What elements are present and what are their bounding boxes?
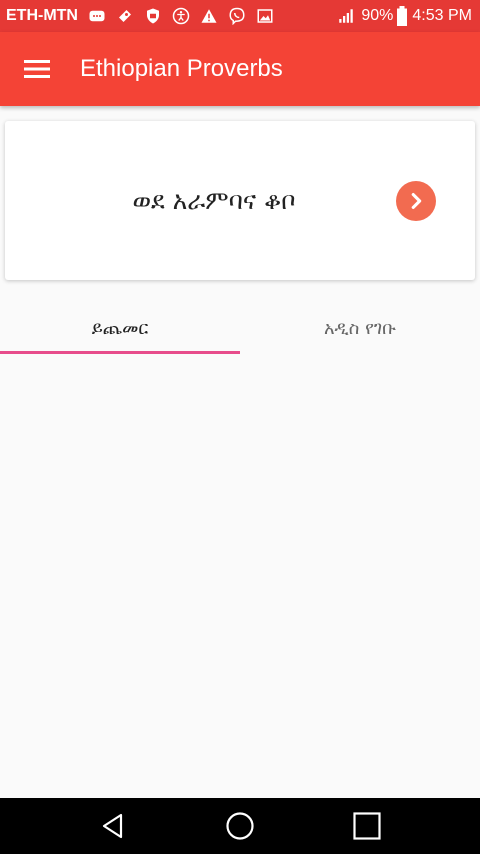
battery-icon [396, 5, 408, 27]
chevron-right-icon [411, 193, 422, 209]
back-button[interactable] [73, 798, 153, 854]
home-button[interactable] [200, 798, 280, 854]
image-icon [254, 5, 276, 27]
home-icon [226, 812, 254, 840]
status-left: ETH-MTN [6, 5, 282, 27]
menu-icon [24, 60, 50, 78]
tab-indicator [0, 351, 240, 354]
proverb-text: ወደ አራምባና ቆቦ [132, 185, 296, 215]
menu-button[interactable] [0, 32, 74, 106]
recent-apps-icon [353, 812, 381, 840]
status-right: 90% 4:53 PM [335, 5, 472, 27]
carrier-name: ETH-MTN [6, 7, 78, 24]
tab-bar: ይጨመር አዲስ የገቡ [0, 300, 480, 356]
clock: 4:53 PM [412, 7, 472, 24]
proverb-card[interactable]: ወደ አራምባና ቆቦ [5, 121, 475, 280]
accessibility-icon [170, 5, 192, 27]
status-bar: ETH-MTN 90% 4:53 PM [0, 0, 480, 32]
shield-icon [142, 5, 164, 27]
app-bar: Ethiopian Proverbs [0, 32, 480, 106]
app-title: Ethiopian Proverbs [80, 55, 283, 82]
battery-percent: 90% [361, 7, 394, 24]
signal-icon [335, 5, 357, 27]
screen: ETH-MTN 90% 4:53 PM Ethiopian Proverbs ወ… [0, 0, 480, 854]
next-button[interactable] [396, 181, 436, 221]
message-icon [86, 5, 108, 27]
recent-apps-button[interactable] [327, 798, 407, 854]
tab-new[interactable]: አዲስ የገቡ [240, 300, 480, 356]
back-icon [102, 813, 123, 839]
viber-icon [226, 5, 248, 27]
app-icon [114, 5, 136, 27]
warning-icon [198, 5, 220, 27]
tab-added[interactable]: ይጨመር [0, 300, 240, 356]
navigation-bar [0, 798, 480, 854]
